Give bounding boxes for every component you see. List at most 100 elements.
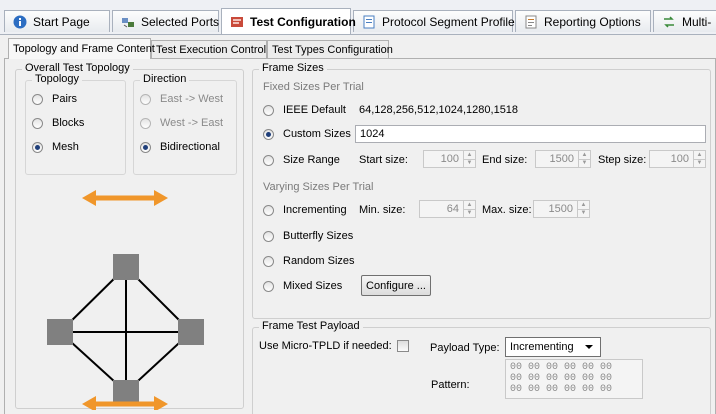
fixed-sizes-label: Fixed Sizes Per Trial xyxy=(263,81,364,93)
spin-down-icon[interactable]: ▼ xyxy=(579,158,590,168)
radio-size-range[interactable]: Size Range xyxy=(263,154,340,166)
radio-indicator xyxy=(263,255,274,267)
subtab-label: Topology and Frame Content xyxy=(13,43,155,55)
subtab-label: Test Execution Control xyxy=(156,43,267,56)
step-size-spinner[interactable]: 100 ▲ ▼ xyxy=(649,150,706,168)
radio-east-west[interactable]: East -> West xyxy=(140,93,223,105)
radio-label: Random Sizes xyxy=(283,255,355,267)
tab-label: Protocol Segment Profiles xyxy=(382,14,521,29)
step-size-spin-buttons[interactable]: ▲ ▼ xyxy=(693,151,705,167)
radio-indicator xyxy=(32,117,43,129)
end-size-label: End size: xyxy=(482,154,528,166)
subtab-test-types-configuration[interactable]: Test Types Configuration xyxy=(267,40,393,58)
min-size-spinner[interactable]: 64 ▲ ▼ xyxy=(419,200,476,218)
report-icon xyxy=(524,15,538,29)
ports-icon xyxy=(121,15,135,29)
radio-blocks[interactable]: Blocks xyxy=(32,117,84,129)
radio-indicator xyxy=(263,230,274,242)
payload-type-select[interactable]: Incrementing xyxy=(505,337,601,357)
radio-indicator xyxy=(140,93,151,105)
varying-sizes-label: Varying Sizes Per Trial xyxy=(263,181,374,193)
top-bidirectional-arrow-icon xyxy=(82,190,168,206)
tab-label: Reporting Options xyxy=(544,14,641,29)
radio-label: Size Range xyxy=(283,154,340,166)
spin-down-icon[interactable]: ▼ xyxy=(578,208,589,218)
max-size-spinner[interactable]: 1500 ▲ ▼ xyxy=(533,200,590,218)
pattern-label: Pattern: xyxy=(431,379,470,391)
radio-indicator xyxy=(32,93,43,105)
radio-ieee-default[interactable]: IEEE Default xyxy=(263,104,346,116)
main-tab-strip: Start Page Selected Ports Test Configura… xyxy=(0,0,716,36)
tab-selected-ports[interactable]: Selected Ports xyxy=(112,10,219,32)
direction-group-title: Direction xyxy=(140,73,190,85)
radio-random-sizes[interactable]: Random Sizes xyxy=(263,255,355,267)
micro-tpld-label: Use Micro-TPLD if needed: xyxy=(259,340,392,352)
start-size-spin-buttons[interactable]: ▲ ▼ xyxy=(463,151,475,167)
end-size-spinner[interactable]: 1500 ▲ ▼ xyxy=(535,150,591,168)
frame-test-payload-group: Frame Test Payload Use Micro-TPLD if nee… xyxy=(252,320,711,414)
radio-mesh[interactable]: Mesh xyxy=(32,141,79,153)
tab-test-configuration[interactable]: Test Configuration xyxy=(221,8,356,34)
tab-reporting-options[interactable]: Reporting Options xyxy=(515,10,651,32)
configure-mixed-sizes-button[interactable]: Configure ... xyxy=(361,275,431,296)
min-size-label: Min. size: xyxy=(359,204,406,216)
radio-indicator xyxy=(32,141,43,153)
tab-multi[interactable]: Multi- xyxy=(653,10,716,32)
radio-indicator xyxy=(263,154,274,166)
radio-label: IEEE Default xyxy=(283,104,346,116)
start-size-spinner[interactable]: 100 ▲ ▼ xyxy=(423,150,476,168)
subtab-test-execution-control[interactable]: Test Execution Control xyxy=(151,40,267,58)
subtab-topology-frame-content[interactable]: Topology and Frame Content xyxy=(8,38,155,59)
spin-up-icon[interactable]: ▲ xyxy=(694,151,705,159)
radio-bidirectional[interactable]: Bidirectional xyxy=(140,141,220,153)
config-icon xyxy=(230,15,244,29)
start-size-label: Start size: xyxy=(359,154,408,166)
radio-indicator xyxy=(263,104,274,116)
ieee-default-sizes: 64,128,256,512,1024,1280,1518 xyxy=(359,104,519,116)
tab-label: Test Configuration xyxy=(250,14,356,29)
end-size-spin-buttons[interactable]: ▲ ▼ xyxy=(578,151,590,167)
mesh-node-left xyxy=(47,319,73,345)
radio-label: Mesh xyxy=(52,141,79,153)
radio-label: Mixed Sizes xyxy=(283,280,343,292)
step-size-value: 100 xyxy=(670,153,689,165)
radio-label: Incrementing xyxy=(283,204,347,216)
mesh-node-right xyxy=(178,319,204,345)
radio-butterfly-sizes[interactable]: Butterfly Sizes xyxy=(263,230,353,242)
spin-down-icon[interactable]: ▼ xyxy=(464,158,475,168)
radio-custom-sizes[interactable]: Custom Sizes xyxy=(263,128,351,140)
topology-diagram xyxy=(47,190,204,410)
tab-content: Topology and Frame Content Test Executio… xyxy=(0,34,716,414)
radio-incrementing[interactable]: Incrementing xyxy=(263,204,347,216)
payload-type-label: Payload Type: xyxy=(430,342,500,354)
radio-label: Custom Sizes xyxy=(283,128,351,140)
spin-up-icon[interactable]: ▲ xyxy=(464,201,475,209)
radio-pairs[interactable]: Pairs xyxy=(32,93,77,105)
radio-label: East -> West xyxy=(160,93,224,105)
overall-test-topology-group: Overall Test Topology Topology Pairs Blo… xyxy=(15,62,244,410)
spin-up-icon[interactable]: ▲ xyxy=(464,151,475,159)
tab-label: Multi- xyxy=(682,14,712,29)
radio-label: West -> East xyxy=(160,117,224,129)
radio-mixed-sizes[interactable]: Mixed Sizes xyxy=(263,280,342,292)
custom-sizes-input[interactable]: 1024 xyxy=(355,125,706,143)
direction-group: Direction East -> West West -> East Bidi… xyxy=(133,73,237,175)
tab-protocol-segment-profiles[interactable]: Protocol Segment Profiles xyxy=(353,10,521,32)
spin-down-icon[interactable]: ▼ xyxy=(694,158,705,168)
spin-up-icon[interactable]: ▲ xyxy=(579,151,590,159)
spin-up-icon[interactable]: ▲ xyxy=(578,201,589,209)
max-size-label: Max. size: xyxy=(482,204,532,216)
topology-group-title: Topology xyxy=(32,73,83,85)
end-size-value: 1500 xyxy=(549,153,574,165)
micro-tpld-checkbox[interactable] xyxy=(397,340,409,352)
max-size-spin-buttons[interactable]: ▲ ▼ xyxy=(577,201,589,217)
radio-indicator xyxy=(263,128,274,140)
spin-down-icon[interactable]: ▼ xyxy=(464,208,475,218)
pattern-input[interactable]: 00 00 00 00 00 00 00 00 00 00 00 00 00 0… xyxy=(505,359,643,399)
payload-type-value: Incrementing xyxy=(510,341,574,353)
radio-west-east[interactable]: West -> East xyxy=(140,117,223,129)
tab-start-page[interactable]: Start Page xyxy=(4,10,110,32)
min-size-spin-buttons[interactable]: ▲ ▼ xyxy=(463,201,475,217)
tab-label: Start Page xyxy=(33,14,90,29)
topology-group: Topology Pairs Blocks Mesh xyxy=(25,73,126,175)
